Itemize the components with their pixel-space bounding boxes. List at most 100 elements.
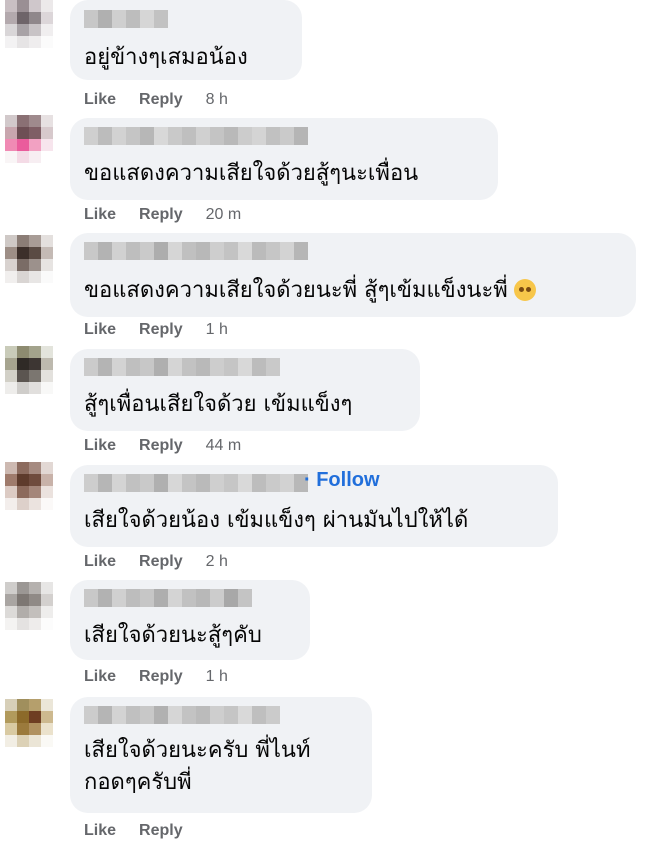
name-pixel — [140, 242, 154, 260]
name-pixel — [98, 474, 112, 492]
reply-button[interactable]: Reply — [139, 668, 183, 686]
name-pixel — [196, 358, 210, 376]
comment-actions: Like Reply 20 m — [84, 204, 241, 226]
avatar-pixel — [29, 699, 41, 711]
name-pixel — [280, 474, 294, 492]
avatar-pixel — [17, 486, 29, 498]
name-pixel — [294, 242, 308, 260]
avatar-pixel — [5, 474, 17, 486]
name-pixel — [252, 127, 266, 145]
comment-bubble: ขอแสดงความเสียใจด้วยสู้ๆนะเพื่อน — [70, 118, 498, 200]
timestamp[interactable]: 1 h — [206, 321, 228, 339]
like-button[interactable]: Like — [84, 206, 116, 224]
avatar[interactable] — [5, 0, 53, 48]
reply-button[interactable]: Reply — [139, 553, 183, 571]
author-name-blurred[interactable] — [84, 242, 308, 260]
avatar-pixel — [29, 723, 41, 735]
name-pixel — [210, 706, 224, 724]
reply-button[interactable]: Reply — [139, 437, 183, 455]
reply-button[interactable]: Reply — [139, 822, 183, 840]
avatar-pixel — [29, 12, 41, 24]
avatar-pixel — [5, 462, 17, 474]
like-button[interactable]: Like — [84, 91, 116, 109]
timestamp[interactable]: 2 h — [206, 553, 228, 571]
name-pixel — [210, 127, 224, 145]
name-pixel — [182, 706, 196, 724]
like-button[interactable]: Like — [84, 553, 116, 571]
avatar[interactable] — [5, 346, 53, 394]
avatar-pixel — [29, 36, 41, 48]
timestamp[interactable]: 44 m — [206, 437, 242, 455]
timestamp[interactable]: 8 h — [206, 91, 228, 109]
avatar-pixel — [5, 370, 17, 382]
avatar-pixel — [5, 699, 17, 711]
reply-button[interactable]: Reply — [139, 321, 183, 339]
name-pixel — [210, 358, 224, 376]
avatar[interactable] — [5, 462, 53, 510]
like-button[interactable]: Like — [84, 822, 116, 840]
name-pixel — [210, 589, 224, 607]
name-pixel — [112, 242, 126, 260]
avatar-pixel — [41, 735, 53, 747]
author-name-blurred[interactable] — [84, 127, 308, 145]
name-pixel — [98, 242, 112, 260]
name-pixel — [126, 358, 140, 376]
avatar-pixel — [17, 36, 29, 48]
name-pixel — [196, 127, 210, 145]
avatar-pixel — [29, 382, 41, 394]
author-name-blurred[interactable] — [84, 10, 168, 28]
avatar-pixel — [41, 498, 53, 510]
name-pixel — [154, 706, 168, 724]
avatar-pixel — [41, 370, 53, 382]
name-pixel — [280, 242, 294, 260]
name-pixel — [224, 706, 238, 724]
author-name-blurred[interactable] — [84, 589, 252, 607]
comment-text: สู้ๆเพื่อนเสียใจด้วย เข้มแข็งๆ — [84, 392, 353, 417]
reply-button[interactable]: Reply — [139, 91, 183, 109]
avatar-pixel — [41, 606, 53, 618]
comment-actions: Like Reply 1 h — [84, 319, 228, 341]
name-pixel — [238, 589, 252, 607]
author-name-blurred[interactable] — [84, 358, 280, 376]
author-name-blurred[interactable] — [84, 706, 280, 724]
name-pixel — [224, 474, 238, 492]
reply-button[interactable]: Reply — [139, 206, 183, 224]
avatar-pixel — [41, 12, 53, 24]
name-pixel — [210, 242, 224, 260]
like-button[interactable]: Like — [84, 437, 116, 455]
avatar-pixel — [41, 358, 53, 370]
name-pixel — [98, 589, 112, 607]
name-pixel — [140, 358, 154, 376]
avatar-pixel — [41, 594, 53, 606]
avatar[interactable] — [5, 115, 53, 163]
avatar-pixel — [41, 36, 53, 48]
like-button[interactable]: Like — [84, 668, 116, 686]
like-button[interactable]: Like — [84, 321, 116, 339]
comment-text: เสียใจด้วยน้อง เข้มแข็งๆ ผ่านมันไปให้ได้ — [84, 508, 469, 533]
name-pixel — [98, 127, 112, 145]
avatar-pixel — [5, 247, 17, 259]
avatar[interactable] — [5, 235, 53, 283]
avatar-pixel — [41, 247, 53, 259]
avatar-pixel — [29, 151, 41, 163]
avatar-pixel — [5, 735, 17, 747]
avatar[interactable] — [5, 582, 53, 630]
avatar-pixel — [41, 723, 53, 735]
avatar[interactable] — [5, 699, 53, 747]
avatar-pixel — [41, 474, 53, 486]
name-pixel — [84, 589, 98, 607]
avatar-pixel — [41, 462, 53, 474]
avatar-pixel — [29, 594, 41, 606]
name-pixel — [238, 706, 252, 724]
name-pixel — [182, 589, 196, 607]
timestamp[interactable]: 1 h — [206, 668, 228, 686]
name-pixel — [266, 242, 280, 260]
avatar-pixel — [41, 139, 53, 151]
avatar-pixel — [5, 582, 17, 594]
avatar-pixel — [41, 271, 53, 283]
name-pixel — [84, 242, 98, 260]
author-name-blurred[interactable] — [84, 474, 308, 492]
follow-button[interactable]: · Follow — [304, 469, 380, 492]
timestamp[interactable]: 20 m — [206, 206, 242, 224]
avatar-pixel — [17, 370, 29, 382]
